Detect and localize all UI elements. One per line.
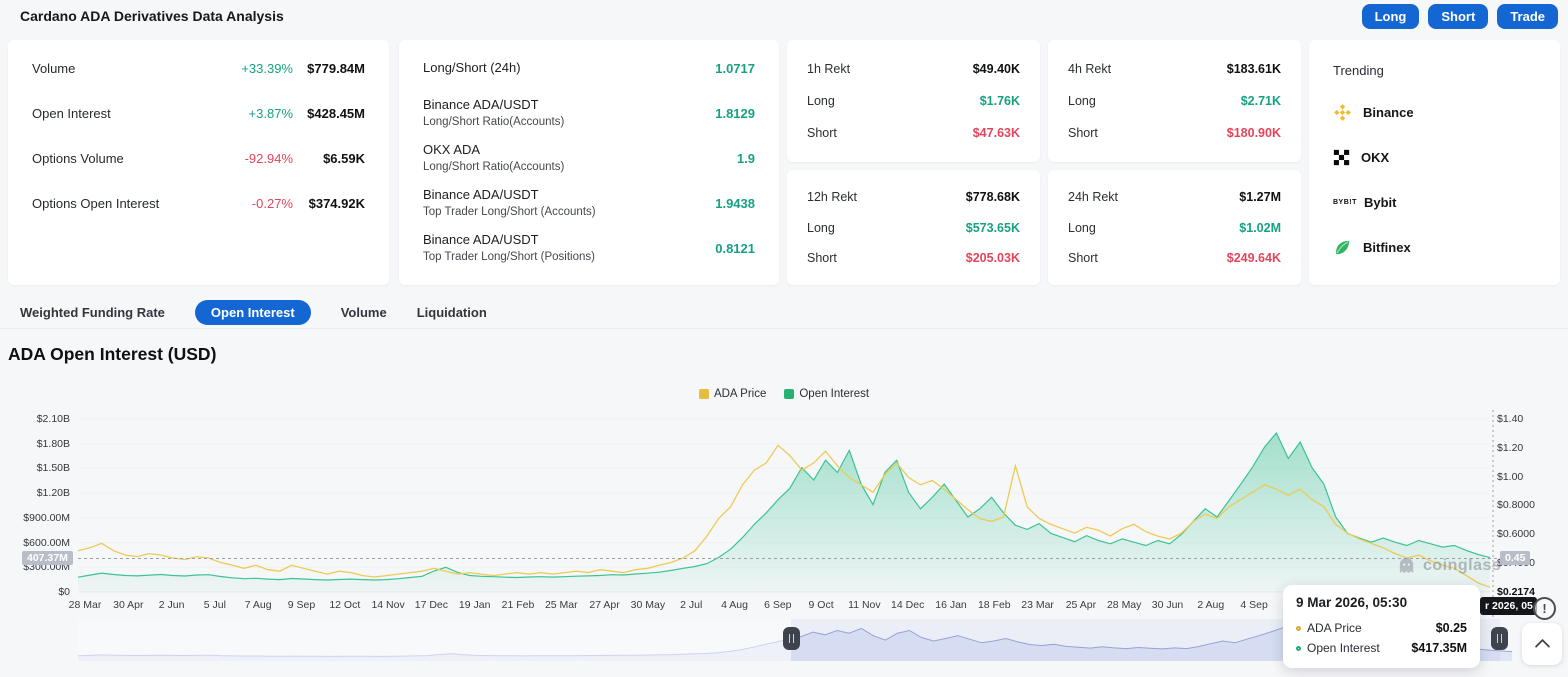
chart-tooltip: 9 Mar 2026, 05:30 ADA Price $0.25 Open I… bbox=[1283, 585, 1480, 668]
ghost-icon bbox=[1396, 555, 1417, 576]
tab-open-interest[interactable]: Open Interest bbox=[195, 300, 311, 325]
y-axis-left-label: $1.50B bbox=[2, 462, 70, 474]
legend-item-open-interest[interactable]: Open Interest bbox=[784, 388, 869, 400]
price-axis-badge: 0.45 bbox=[1500, 551, 1530, 565]
y-axis-right-label: $1.00 bbox=[1497, 471, 1523, 483]
y-axis-left-label: $0 bbox=[2, 586, 70, 598]
open-interest-chart[interactable]: coinglass 407.37M 0.45 r 2026, 05: ! 9 M… bbox=[0, 405, 1568, 677]
y-axis-right-label: $1.40 bbox=[1497, 413, 1523, 425]
chevron-up-icon bbox=[1534, 639, 1550, 655]
price-dot-icon bbox=[1296, 626, 1301, 631]
collapse-button[interactable] bbox=[1522, 623, 1562, 665]
oi-last-value-badge: 407.37M bbox=[22, 551, 73, 565]
stat-row-options-volume[interactable]: Options Volume -92.94% $6.59K bbox=[32, 136, 365, 181]
trending-item-bitfinex[interactable]: Bitfinex bbox=[1333, 225, 1536, 270]
page-title: Cardano ADA Derivatives Data Analysis bbox=[20, 8, 284, 24]
trending-title: Trending bbox=[1333, 50, 1536, 90]
page: Cardano ADA Derivatives Data Analysis Lo… bbox=[0, 0, 1568, 677]
ratio-row[interactable]: Binance ADA/USDT Top Trader Long/Short (… bbox=[423, 226, 755, 271]
tab-liquidation[interactable]: Liquidation bbox=[417, 300, 487, 325]
binance-icon bbox=[1333, 103, 1352, 122]
rekt-card-4h: 4h Rekt$183.61K Long$2.71K Short$180.90K bbox=[1048, 40, 1301, 162]
rekt-card-24h: 24h Rekt$1.27M Long$1.02M Short$249.64K bbox=[1048, 170, 1301, 285]
ratio-row[interactable]: OKX ADA Long/Short Ratio(Accounts) 1.9 bbox=[423, 136, 755, 181]
tab-weighted-funding-rate[interactable]: Weighted Funding Rate bbox=[20, 300, 165, 325]
stat-row-volume[interactable]: Volume +33.39% $779.84M bbox=[32, 46, 365, 91]
rekt-card-1h: 1h Rekt$49.40K Long$1.76K Short$47.63K bbox=[787, 40, 1040, 162]
okx-icon bbox=[1333, 149, 1350, 166]
y-axis-left-label: $900.00M bbox=[2, 512, 70, 524]
long-button[interactable]: Long bbox=[1362, 4, 1420, 29]
stats-card: Volume +33.39% $779.84M Open Interest +3… bbox=[8, 40, 389, 285]
y-axis-left-label: $1.80B bbox=[2, 438, 70, 450]
change-value: -0.27% bbox=[252, 196, 293, 211]
stat-row-options-open-interest[interactable]: Options Open Interest -0.27% $374.92K bbox=[32, 181, 365, 226]
trending-item-binance[interactable]: Binance bbox=[1333, 90, 1536, 135]
ratios-card: Long/Short (24h) 1.0717 Binance ADA/USDT… bbox=[399, 40, 779, 285]
y-axis-left-label: $2.10B bbox=[2, 413, 70, 425]
y-axis-right-label: $0.8000 bbox=[1497, 499, 1535, 511]
bybit-icon: BYB!T bbox=[1333, 199, 1353, 206]
oi-dot-icon bbox=[1296, 646, 1301, 651]
trending-item-okx[interactable]: OKX bbox=[1333, 135, 1536, 180]
tooltip-row-oi: Open Interest $417.35M bbox=[1296, 638, 1467, 658]
tooltip-row-price: ADA Price $0.25 bbox=[1296, 618, 1467, 638]
chart-legend: ADA Price Open Interest bbox=[0, 388, 1568, 400]
trending-item-bybit[interactable]: BYB!T Bybit bbox=[1333, 180, 1536, 225]
header-buttons: Long Short Trade bbox=[1362, 4, 1558, 29]
y-axis-right-label: $0.6000 bbox=[1497, 528, 1535, 540]
stat-row-open-interest[interactable]: Open Interest +3.87% $428.45M bbox=[32, 91, 365, 136]
crosshair-date-label: r 2026, 05: bbox=[1480, 597, 1537, 615]
change-value: +3.87% bbox=[249, 106, 293, 121]
tab-volume[interactable]: Volume bbox=[341, 300, 387, 325]
coinglass-watermark: coinglass bbox=[1396, 555, 1501, 576]
change-value: +33.39% bbox=[241, 61, 293, 76]
rekt-card-12h: 12h Rekt$778.68K Long$573.65K Short$205.… bbox=[787, 170, 1040, 285]
ratio-row[interactable]: Binance ADA/USDT Top Trader Long/Short (… bbox=[423, 181, 755, 226]
legend-item-ada-price[interactable]: ADA Price bbox=[699, 388, 766, 400]
y-axis-right-label: $1.20 bbox=[1497, 442, 1523, 454]
legend-swatch-oi bbox=[784, 389, 794, 399]
navigator-right-handle[interactable] bbox=[1491, 627, 1508, 650]
tooltip-date: 9 Mar 2026, 05:30 bbox=[1296, 595, 1467, 610]
change-value: -92.94% bbox=[245, 151, 293, 166]
alert-icon[interactable]: ! bbox=[1533, 597, 1556, 620]
trade-button[interactable]: Trade bbox=[1497, 4, 1558, 29]
y-axis-left-label: $1.20B bbox=[2, 487, 70, 499]
trending-card: Trending Binance bbox=[1309, 40, 1560, 285]
ratio-row[interactable]: Binance ADA/USDT Long/Short Ratio(Accoun… bbox=[423, 91, 755, 136]
x-axis-label: 4 Sep bbox=[1224, 599, 1284, 611]
chart-title: ADA Open Interest (USD) bbox=[8, 344, 216, 365]
navigator-left-handle[interactable] bbox=[783, 627, 800, 650]
ratio-row[interactable]: Long/Short (24h) 1.0717 bbox=[423, 46, 755, 91]
short-button[interactable]: Short bbox=[1428, 4, 1488, 29]
legend-swatch-price bbox=[699, 389, 709, 399]
chart-tabs: Weighted Funding Rate Open Interest Volu… bbox=[0, 297, 1568, 329]
y-axis-left-label: $600.00M bbox=[2, 537, 70, 549]
bitfinex-icon bbox=[1333, 238, 1352, 257]
